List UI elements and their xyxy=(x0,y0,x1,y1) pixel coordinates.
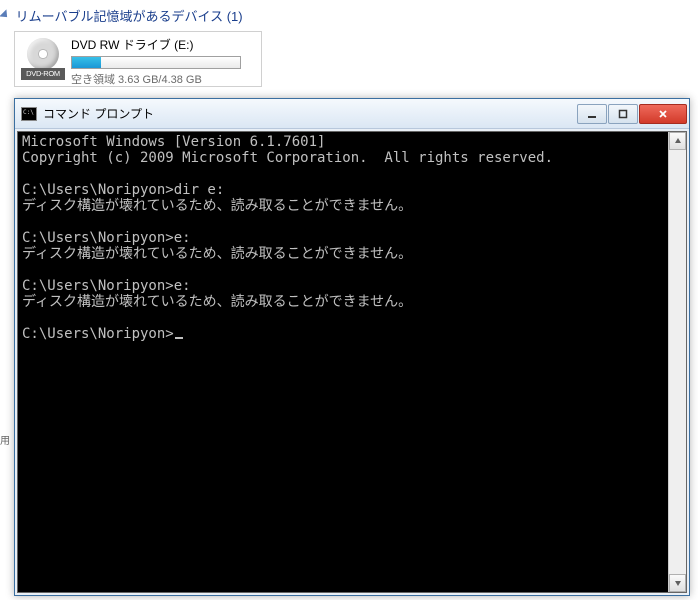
close-button[interactable] xyxy=(639,104,687,124)
collapse-triangle-icon xyxy=(0,9,11,20)
scroll-down-button[interactable] xyxy=(669,574,686,592)
capacity-bar xyxy=(71,56,241,69)
scroll-track[interactable] xyxy=(669,150,686,574)
sidebar-tab-fragment: 用 xyxy=(0,432,8,446)
command-prompt-window: コマンド プロンプト Microsoft Windows [Version 6.… xyxy=(14,98,690,596)
scroll-up-button[interactable] xyxy=(669,132,686,150)
console-output[interactable]: Microsoft Windows [Version 6.1.7601] Cop… xyxy=(18,132,668,592)
dvd-rom-icon: DVD-ROM xyxy=(21,36,65,80)
section-title-text: リムーバブル記憶域があるデバイス (1) xyxy=(16,9,243,24)
drive-free-text: 空き領域 3.63 GB/4.38 GB xyxy=(71,71,255,87)
window-title: コマンド プロンプト xyxy=(43,105,576,122)
vertical-scrollbar[interactable] xyxy=(668,132,686,592)
drive-info: DVD RW ドライブ (E:) 空き領域 3.63 GB/4.38 GB xyxy=(71,36,255,87)
maximize-button[interactable] xyxy=(608,104,638,124)
cmd-icon xyxy=(21,107,37,121)
titlebar[interactable]: コマンド プロンプト xyxy=(15,99,689,129)
dvd-drive-tile[interactable]: DVD-ROM DVD RW ドライブ (E:) 空き領域 3.63 GB/4.… xyxy=(14,31,262,87)
drive-name: DVD RW ドライブ (E:) xyxy=(71,36,255,53)
removable-devices-header[interactable]: リムーバブル記憶域があるデバイス (1) xyxy=(0,0,698,27)
minimize-button[interactable] xyxy=(577,104,607,124)
